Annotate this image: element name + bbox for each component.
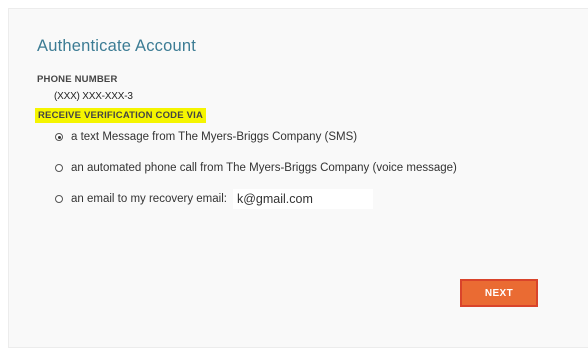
- page-title: Authenticate Account: [37, 37, 197, 55]
- next-button[interactable]: NEXT: [460, 279, 538, 307]
- email-radio[interactable]: [55, 195, 63, 203]
- next-button-label: NEXT: [484, 287, 514, 299]
- voice-radio[interactable]: [55, 164, 63, 172]
- option-voice[interactable]: an automated phone call from The Myers-B…: [55, 162, 457, 174]
- sms-option-label: a text Message from The Myers-Briggs Com…: [71, 131, 358, 143]
- sms-radio[interactable]: [55, 133, 63, 141]
- phone-number-label: PHONE NUMBER: [37, 74, 118, 85]
- voice-option-label: an automated phone call from The Myers-B…: [71, 162, 457, 174]
- email-option-label: an email to my recovery email:: [71, 193, 227, 205]
- verification-method-label: RECEIVE VERIFICATION CODE VIA: [35, 108, 207, 123]
- recovery-email-field: k@gmail.com: [232, 189, 373, 209]
- phone-number-value: (XXX) XXX-XXX-3: [54, 91, 133, 102]
- option-sms[interactable]: a text Message from The Myers-Briggs Com…: [55, 131, 357, 143]
- option-email[interactable]: an email to my recovery email: k@gmail.c…: [55, 189, 373, 209]
